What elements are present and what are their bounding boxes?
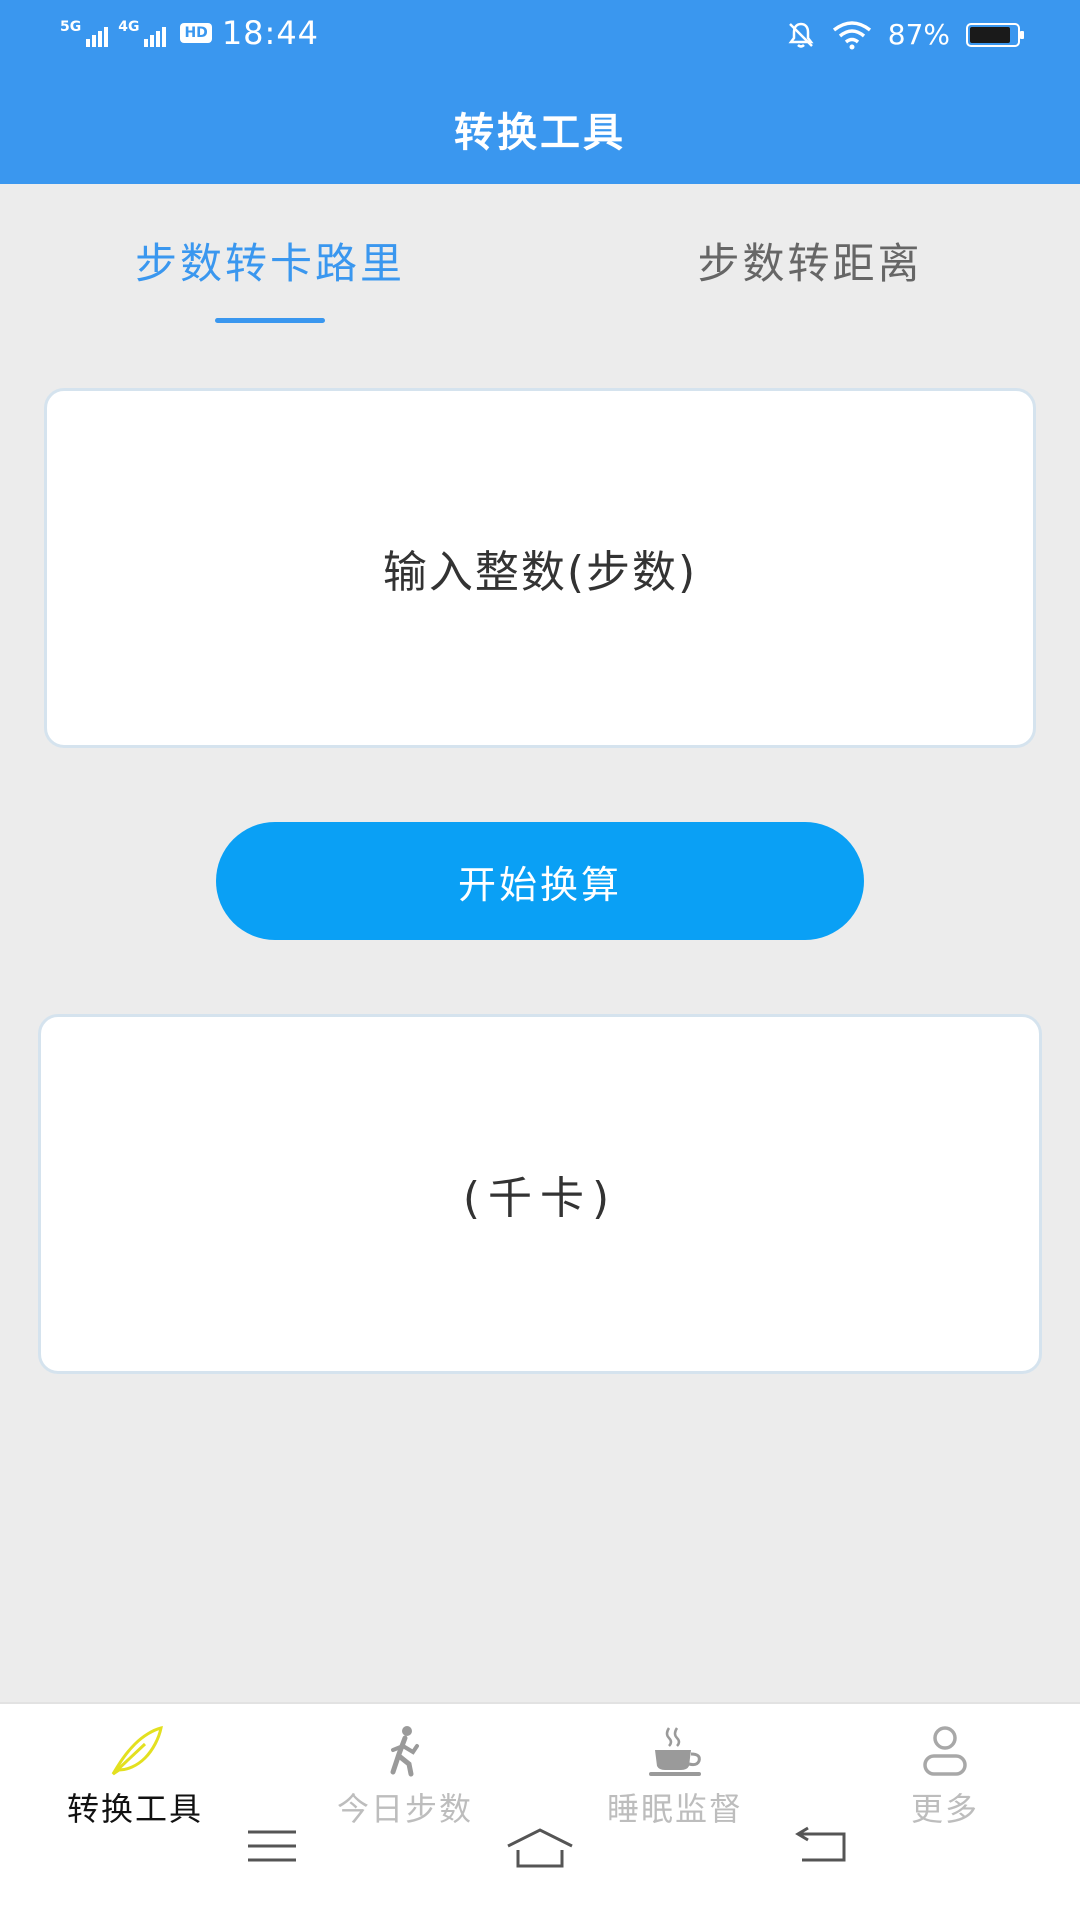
page-title: 转换工具 [454, 110, 626, 156]
steps-input-placeholder: 输入整数(步数) [382, 547, 698, 598]
signal-5g-icon: 5G [60, 19, 109, 47]
system-nav-bar [0, 1826, 1080, 1906]
convert-button[interactable]: 开始换算 [216, 822, 864, 940]
battery-percent: 87% [887, 18, 950, 51]
status-time: 18:44 [221, 14, 320, 52]
network-1-label: 5G [60, 19, 82, 35]
battery-icon [966, 22, 1024, 47]
status-right: 87% [786, 18, 1024, 51]
nav-label-today-steps: 今日步数 [336, 1790, 473, 1828]
walking-person-icon [390, 1726, 419, 1777]
menu-icon[interactable] [246, 1826, 298, 1866]
user-icon [923, 1726, 967, 1776]
nav-item-convert-tool[interactable]: 转换工具 [0, 1724, 270, 1830]
bell-muted-icon [788, 22, 814, 48]
back-icon[interactable] [794, 1826, 850, 1866]
tab-bar: 步数转卡路里 步数转距离 [0, 230, 1080, 330]
hd-badge: HD [180, 23, 212, 43]
signal-4g-icon: 4G [118, 19, 167, 47]
nav-label-sleep-monitor: 睡眠监督 [606, 1790, 743, 1828]
nav-label-more: 更多 [910, 1790, 979, 1828]
tab-steps-to-calories[interactable]: 步数转卡路里 [0, 230, 540, 291]
app-header: 5G 4G HD 18:44 87% 转换工具 [0, 0, 1080, 184]
battery-fill [970, 26, 1011, 43]
nav-label-convert-tool: 转换工具 [66, 1790, 203, 1828]
status-left: 5G 4G HD 18:44 [60, 14, 319, 52]
status-bar: 5G 4G HD 18:44 87% [0, 0, 1080, 70]
coffee-cup-icon [649, 1727, 701, 1776]
network-2-label: 4G [118, 19, 140, 35]
tab-steps-to-distance[interactable]: 步数转距离 [540, 230, 1080, 291]
steps-input[interactable]: 输入整数(步数) [44, 388, 1036, 748]
nav-item-today-steps[interactable]: 今日步数 [270, 1724, 540, 1830]
tab-active-indicator [215, 318, 325, 323]
nav-item-sleep-monitor[interactable]: 睡眠监督 [540, 1724, 810, 1830]
feather-icon [111, 1725, 163, 1776]
result-display: (千卡) [38, 1014, 1042, 1374]
home-icon[interactable] [504, 1826, 576, 1870]
wifi-icon [832, 20, 871, 49]
nav-item-more[interactable]: 更多 [810, 1724, 1080, 1830]
result-unit-label: (千卡) [462, 1173, 618, 1224]
